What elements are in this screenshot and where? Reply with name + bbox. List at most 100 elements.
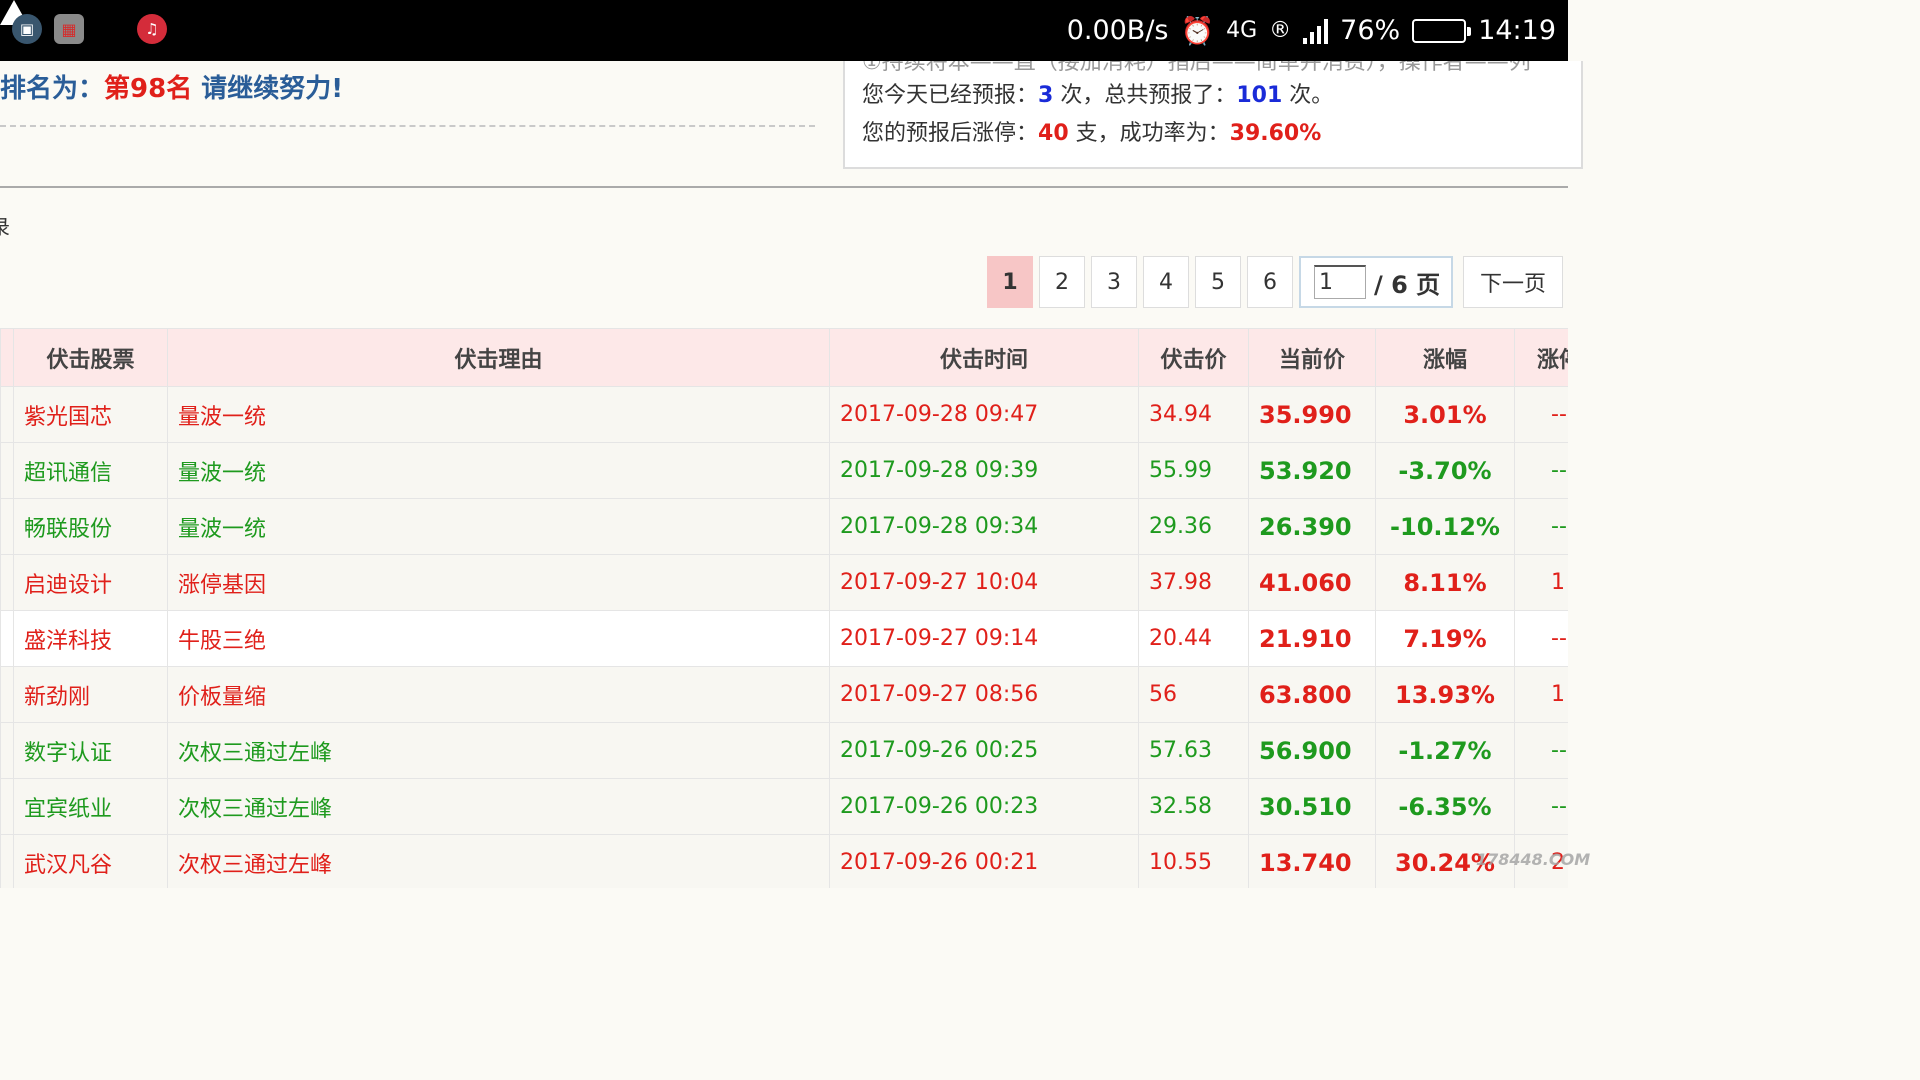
current-price: 13.740	[1248, 834, 1376, 888]
row-stub	[0, 722, 14, 779]
row-stub	[0, 442, 14, 499]
ambush-time: 2017-09-26 00:25	[829, 722, 1139, 779]
stock-name-link[interactable]: 启迪设计	[13, 554, 168, 611]
table-row[interactable]: 新劲刚 价板量缩 2017-09-27 08:56 56 63.800 13.93% 1	[0, 666, 1568, 723]
limit-up-count: 40	[1038, 121, 1069, 146]
success-rate-label: 支，成功率为：	[1068, 121, 1230, 146]
ambush-price: 10.55	[1138, 834, 1249, 888]
row-stub	[0, 834, 14, 888]
ambush-time: 2017-09-28 09:34	[829, 498, 1139, 555]
current-price: 56.900	[1248, 722, 1376, 779]
row-stub	[0, 666, 14, 723]
limit-up-count: --	[1514, 610, 1568, 667]
limit-up-count: 1	[1514, 554, 1568, 611]
header-extra[interactable]: 涨停	[1514, 328, 1568, 387]
ambush-price: 56	[1138, 666, 1249, 723]
table-row[interactable]: 紫光国芯 量波一统 2017-09-28 09:47 34.94 35.990 3.01%…	[0, 386, 1568, 443]
table-row[interactable]: 数字认证 次权三通过左峰 2017-09-26 00:25 57.63 56.900 -1…	[0, 722, 1568, 779]
rank-suffix: 请继续努力!	[192, 74, 344, 104]
page-5-button[interactable]: 5	[1195, 256, 1241, 308]
stock-name-link[interactable]: 宜宾纸业	[13, 778, 168, 835]
section-divider	[0, 186, 1568, 188]
page-1-button[interactable]: 1	[987, 256, 1033, 308]
total-forecast-label: 次，总共预报了：	[1053, 83, 1237, 108]
header-stock[interactable]: 伏击股票	[13, 328, 168, 387]
row-stub	[0, 778, 14, 835]
ambush-price: 32.58	[1138, 778, 1249, 835]
reason-link[interactable]: 量波一统	[167, 442, 830, 499]
stock-name-link[interactable]: 超讯通信	[13, 442, 168, 499]
ambush-price: 57.63	[1138, 722, 1249, 779]
clock: 14:19	[1478, 15, 1556, 46]
stock-name-link[interactable]: 武汉凡谷	[13, 834, 168, 888]
row-stub	[0, 554, 14, 611]
rank-value: 第98名	[104, 74, 193, 104]
table-row[interactable]: 启迪设计 涨停基因 2017-09-27 10:04 37.98 41.060 8.11%…	[0, 554, 1568, 611]
change-percent: 3.01%	[1375, 386, 1515, 443]
ambush-time: 2017-09-26 00:23	[829, 778, 1139, 835]
stock-name-link[interactable]: 盛洋科技	[13, 610, 168, 667]
table-row[interactable]: 武汉凡谷 次权三通过左峰 2017-09-26 00:21 10.55 13.740 30…	[0, 834, 1568, 888]
reason-link[interactable]: 价板量缩	[167, 666, 830, 723]
table-row[interactable]: 超讯通信 量波一统 2017-09-28 09:39 55.99 53.920 -3.70…	[0, 442, 1568, 499]
today-forecast-label: 您今天已经预报：	[862, 83, 1039, 108]
page-4-button[interactable]: 4	[1143, 256, 1189, 308]
header-change[interactable]: 涨幅	[1375, 328, 1515, 387]
ambush-price: 20.44	[1138, 610, 1249, 667]
page-2-button[interactable]: 2	[1039, 256, 1085, 308]
success-rate-line: 您的预报后涨停：40 支，成功率为：39.60%	[862, 115, 1321, 147]
stock-name-link[interactable]: 紫光国芯	[13, 386, 168, 443]
reason-link[interactable]: 量波一统	[167, 498, 830, 555]
reason-link[interactable]: 次权三通过左峰	[167, 778, 830, 835]
success-rate: 39.60%	[1229, 121, 1322, 146]
ambush-time: 2017-09-27 09:14	[829, 610, 1139, 667]
stock-name-link[interactable]: 数字认证	[13, 722, 168, 779]
row-stub	[0, 498, 14, 555]
page-6-button[interactable]: 6	[1247, 256, 1293, 308]
reason-link[interactable]: 涨停基因	[167, 554, 830, 611]
header-reason[interactable]: 伏击理由	[167, 328, 830, 387]
pagination: 1 2 3 4 5 6 / 6 页 下一页	[987, 256, 1563, 308]
row-stub	[0, 386, 14, 443]
reason-link[interactable]: 次权三通过左峰	[167, 722, 830, 779]
times-unit: 次。	[1282, 83, 1334, 108]
today-forecast-line: 您今天已经预报：3 次，总共预报了：101 次。	[862, 77, 1333, 109]
header-time[interactable]: 伏击时间	[829, 328, 1139, 387]
battery-percent: 76%	[1340, 15, 1401, 46]
music-icon: ♫	[137, 14, 167, 44]
change-percent: -3.70%	[1375, 442, 1515, 499]
ambush-time: 2017-09-27 10:04	[829, 554, 1139, 611]
reason-link[interactable]: 量波一统	[167, 386, 830, 443]
stock-name-link[interactable]: 新劲刚	[13, 666, 168, 723]
header-price[interactable]: 伏击价	[1138, 328, 1249, 387]
table-row[interactable]: 畅联股份 量波一统 2017-09-28 09:34 29.36 26.390 -10.1…	[0, 498, 1568, 555]
limit-up-count: 1	[1514, 666, 1568, 723]
signal-icon	[1303, 18, 1329, 44]
page-jump: / 6 页	[1299, 256, 1453, 308]
ambush-price: 55.99	[1138, 442, 1249, 499]
rank-prefix: 排名为：	[0, 74, 105, 104]
gallery-icon: ▣	[12, 14, 42, 44]
change-percent: 7.19%	[1375, 610, 1515, 667]
page-number-input[interactable]	[1314, 265, 1366, 299]
dashed-divider	[0, 125, 815, 127]
ambush-time: 2017-09-28 09:47	[829, 386, 1139, 443]
table-row[interactable]: 盛洋科技 牛股三绝 2017-09-27 09:14 20.44 21.910 7.19%…	[0, 610, 1568, 667]
limit-up-count: --	[1514, 442, 1568, 499]
next-page-button[interactable]: 下一页	[1463, 256, 1563, 308]
net-speed: 0.00B/s	[1066, 15, 1169, 46]
change-percent: 8.11%	[1375, 554, 1515, 611]
current-price: 30.510	[1248, 778, 1376, 835]
section-label: 录	[0, 211, 10, 240]
stock-name-link[interactable]: 畅联股份	[13, 498, 168, 555]
limit-up-count: --	[1514, 386, 1568, 443]
header-current[interactable]: 当前价	[1248, 328, 1376, 387]
page-3-button[interactable]: 3	[1091, 256, 1137, 308]
table-row[interactable]: 宜宾纸业 次权三通过左峰 2017-09-26 00:23 32.58 30.510 -6…	[0, 778, 1568, 835]
battery-icon	[1412, 18, 1472, 43]
ambush-time: 2017-09-28 09:39	[829, 442, 1139, 499]
reason-link[interactable]: 次权三通过左峰	[167, 834, 830, 888]
ambush-price: 37.98	[1138, 554, 1249, 611]
reason-link[interactable]: 牛股三绝	[167, 610, 830, 667]
page-total: / 6 页	[1374, 270, 1441, 299]
